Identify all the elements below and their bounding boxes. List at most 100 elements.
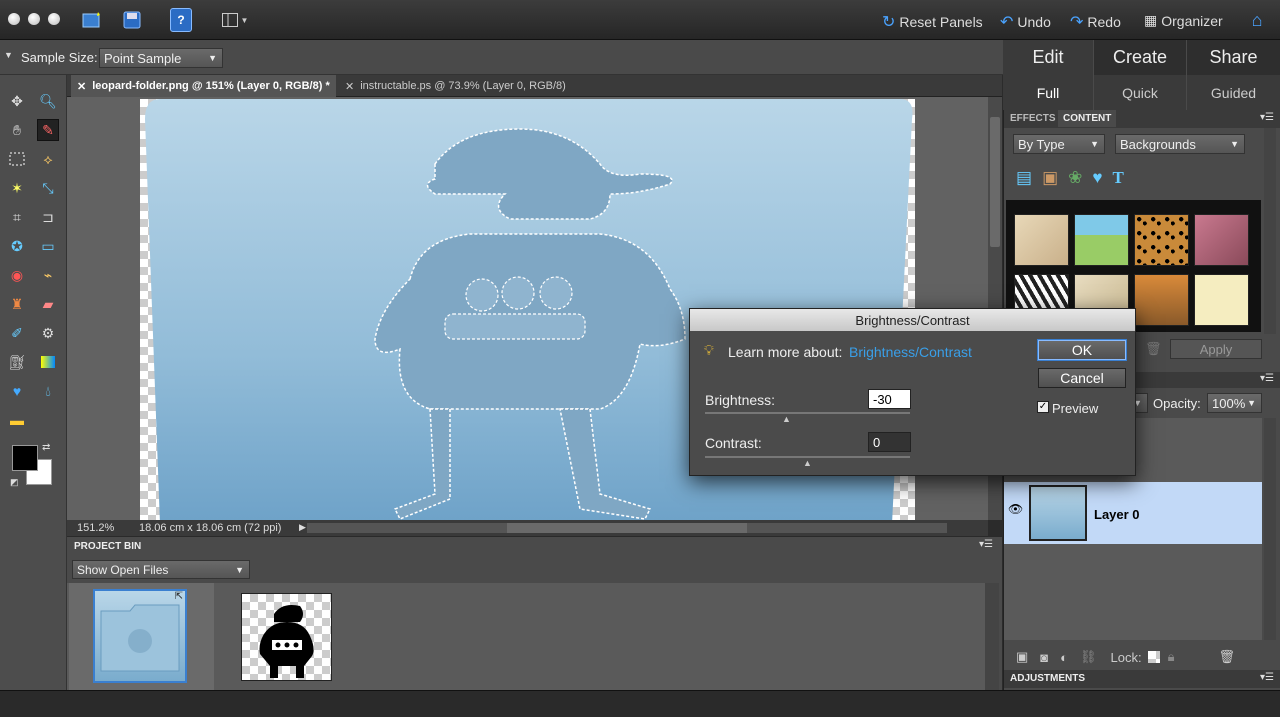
content-thumb-autumn[interactable] [1134, 274, 1189, 326]
lock-all-icon[interactable]: 🔒︎ [1168, 649, 1175, 665]
scroll-thumb[interactable] [507, 523, 747, 533]
content-thumb-leopard[interactable] [1134, 214, 1189, 266]
redo-button[interactable]: ↷ Redo [1070, 12, 1121, 32]
foreground-color-swatch[interactable] [12, 445, 38, 471]
workspace-layout-icon[interactable]: ▼ [218, 8, 252, 32]
blur-tool-icon[interactable]: 💧︎ [37, 380, 59, 402]
adjustment-layer-icon[interactable]: ◙ [1040, 650, 1048, 665]
default-colors-icon[interactable]: ◩ [10, 477, 19, 488]
doc-tab-instructable[interactable]: ✕ instructable.ps @ 73.9% (Layer 0, RGB/8… [339, 75, 572, 97]
layer-name[interactable]: Layer 0 [1094, 507, 1140, 522]
learn-more-link[interactable]: Brightness/Contrast [849, 344, 972, 360]
new-layer-icon[interactable]: ▣ [1016, 649, 1028, 665]
panel-menu-icon[interactable]: ▾☰ [1260, 373, 1274, 384]
shape-tool-icon[interactable]: ♥ [6, 380, 28, 402]
content-thumb-cream-paper[interactable] [1194, 274, 1249, 326]
quick-selection-tool-icon[interactable]: ⤡ [37, 177, 59, 199]
bin-thumb-instructable[interactable] [241, 593, 332, 681]
panel-menu-icon[interactable]: ▾☰ [979, 539, 993, 550]
tab-edit[interactable]: Edit [1003, 40, 1093, 75]
tab-quick[interactable]: Quick [1094, 75, 1186, 110]
eraser-tool-icon[interactable]: ▰ [37, 293, 59, 315]
project-bin-filter-select[interactable]: Show Open Files ▼ [72, 560, 250, 579]
crop-tool-icon[interactable]: ⊐ [37, 206, 59, 228]
close-icon[interactable]: ✕ [77, 80, 86, 93]
delete-layer-icon[interactable]: 🗑︎ [1219, 649, 1236, 665]
panel-menu-icon[interactable]: ▾☰ [1260, 672, 1274, 683]
brush-tool-icon[interactable]: ✐ [6, 322, 28, 344]
link-icon[interactable]: ⛓︎ [1080, 649, 1097, 665]
red-eye-tool-icon[interactable]: ◉ [6, 264, 28, 286]
tab-content[interactable]: CONTENT [1058, 110, 1117, 127]
text-filter-icon[interactable]: T [1112, 168, 1123, 188]
status-menu-icon[interactable]: ▶ [299, 522, 306, 533]
magic-wand-tool-icon[interactable]: ✶ [6, 177, 28, 199]
close-icon[interactable]: ✕ [345, 80, 354, 93]
zoom-level[interactable]: 151.2% [77, 522, 114, 534]
reset-panels-button[interactable]: ↻ Reset Panels [882, 12, 983, 32]
lasso-tool-icon[interactable]: ⟡ [37, 148, 59, 170]
brightness-field[interactable]: -30 [868, 389, 911, 409]
tab-create[interactable]: Create [1094, 40, 1186, 75]
brightness-slider-track[interactable] [705, 412, 910, 414]
save-icon[interactable] [120, 8, 144, 32]
home-icon[interactable]: ⌂ [1246, 8, 1268, 32]
window-zoom-button[interactable] [48, 13, 60, 25]
content-type-select[interactable]: By Type ▼ [1013, 134, 1105, 154]
paint-bucket-tool-icon[interactable]: ⛽︎ [6, 351, 28, 373]
graphic-filter-icon[interactable]: ❀ [1068, 168, 1082, 188]
window-close-button[interactable] [8, 13, 20, 25]
shape-filter-icon[interactable]: ♥ [1092, 168, 1102, 188]
recompose-tool-icon[interactable]: ⌗ [6, 206, 28, 228]
frame-filter-icon[interactable]: ▣ [1042, 168, 1058, 188]
ok-button[interactable]: OK [1038, 340, 1126, 360]
sample-size-select[interactable]: Point Sample ▼ [99, 48, 223, 68]
tab-full[interactable]: Full [1003, 75, 1093, 110]
zoom-tool-icon[interactable]: 🔍︎ [37, 90, 59, 112]
eyedropper-tool-icon[interactable]: ✎ [37, 119, 59, 141]
tab-effects[interactable]: EFFECTS [1010, 113, 1056, 124]
lock-transparency-icon[interactable] [1147, 651, 1160, 663]
canvas-horizontal-scrollbar[interactable] [307, 523, 947, 533]
cookie-cutter-tool-icon[interactable]: ✪ [6, 235, 28, 257]
bin-thumb-leopard-folder[interactable]: ⇱ [93, 589, 187, 683]
swap-colors-icon[interactable]: ⇄ [42, 442, 50, 453]
contrast-slider-thumb[interactable]: ▲ [803, 458, 812, 468]
gradient-tool-icon[interactable] [37, 351, 59, 373]
content-category-select[interactable]: Backgrounds ▼ [1115, 134, 1245, 154]
tab-share[interactable]: Share [1187, 40, 1280, 75]
window-minimize-button[interactable] [28, 13, 40, 25]
layer-row-layer-0[interactable]: 👁︎ Layer 0 [1004, 482, 1262, 544]
tab-guided[interactable]: Guided [1187, 75, 1280, 110]
layers-scrollbar[interactable] [1264, 418, 1276, 640]
visibility-eye-icon[interactable]: 👁︎ [1008, 502, 1023, 516]
organizer-button[interactable]: ▦ Organizer [1144, 12, 1223, 29]
opacity-select[interactable]: 100% ▼ [1207, 393, 1262, 413]
marquee-tool-icon[interactable] [6, 148, 28, 170]
brightness-slider-thumb[interactable]: ▲ [782, 414, 791, 424]
hand-tool-icon[interactable]: ✋︎ [6, 119, 28, 141]
mask-icon[interactable]: ◐ [1060, 650, 1068, 665]
straighten-tool-icon[interactable]: ▭ [37, 235, 59, 257]
healing-brush-tool-icon[interactable]: ⌁ [37, 264, 59, 286]
apply-button[interactable]: Apply [1170, 339, 1262, 359]
clone-stamp-tool-icon[interactable]: ♜ [6, 293, 28, 315]
content-thumb-pink-texture[interactable] [1194, 214, 1249, 266]
sponge-tool-icon[interactable]: ▬ [6, 409, 28, 431]
bin-scrollbar[interactable] [985, 583, 999, 691]
preview-checkbox[interactable]: ✓ [1037, 401, 1049, 413]
help-icon[interactable]: ? [170, 8, 192, 32]
content-thumb-africa-map[interactable] [1014, 214, 1069, 266]
background-filter-icon[interactable]: ▤ [1016, 168, 1032, 188]
panel-menu-icon[interactable]: ▾☰ [1260, 112, 1274, 123]
trash-icon[interactable]: 🗑︎ [1145, 341, 1162, 357]
content-scrollbar[interactable] [1264, 128, 1276, 334]
undo-button[interactable]: ↶ Undo [1000, 12, 1051, 32]
smart-brush-tool-icon[interactable]: ⚙︎ [37, 322, 59, 344]
new-file-icon[interactable] [80, 8, 104, 32]
move-tool-icon[interactable]: ✥ [6, 90, 28, 112]
contrast-field[interactable]: 0 [868, 432, 911, 452]
content-thumb-kids-drawing[interactable] [1074, 214, 1129, 266]
expand-icon[interactable]: ⇱ [175, 591, 183, 602]
scroll-thumb[interactable] [990, 117, 1000, 247]
